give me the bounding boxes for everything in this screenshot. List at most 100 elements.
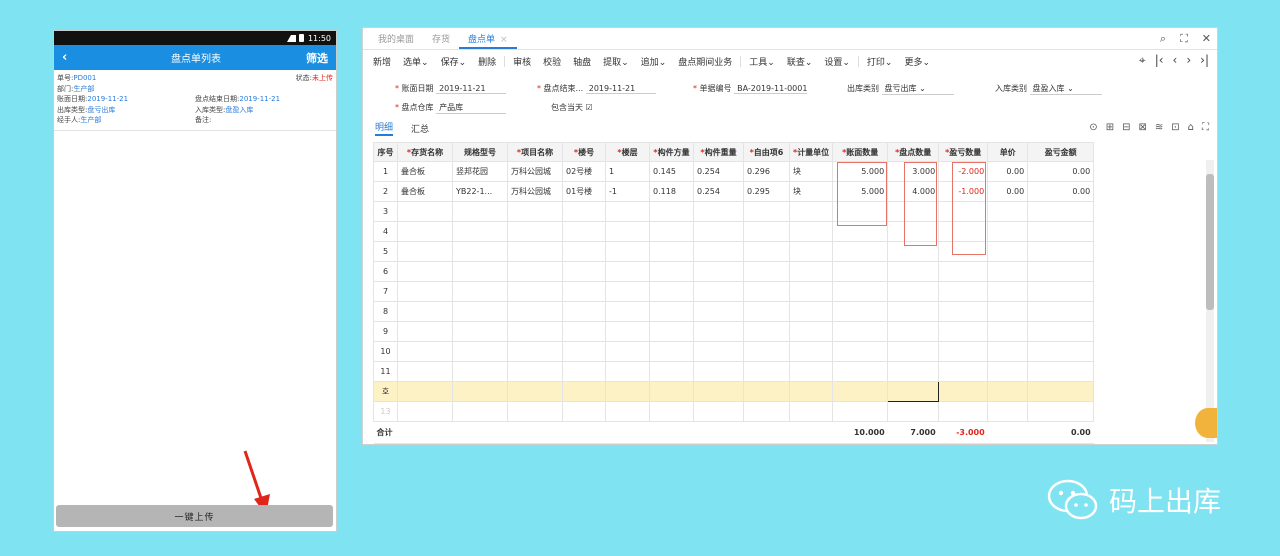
tab-detail[interactable]: 明细 <box>375 120 394 136</box>
table-cell[interactable] <box>693 201 744 222</box>
prev-record-icon[interactable]: ‹ <box>1173 53 1178 68</box>
scroll-thumb[interactable] <box>1206 174 1214 310</box>
first-record-icon[interactable]: |‹ <box>1155 53 1164 68</box>
column-header[interactable]: *构件方量 <box>649 142 694 162</box>
batch-edit-icon[interactable]: ≋ <box>1155 122 1163 133</box>
table-cell[interactable] <box>987 201 1029 222</box>
table-cell[interactable] <box>562 241 606 262</box>
table-cell[interactable] <box>1027 321 1095 342</box>
table-cell[interactable] <box>693 261 744 282</box>
table-cell[interactable] <box>507 321 563 342</box>
table-cell[interactable] <box>649 321 694 342</box>
table-cell[interactable]: 0.296 <box>743 161 790 182</box>
table-cell[interactable] <box>743 241 790 262</box>
table-cell[interactable] <box>452 261 508 282</box>
table-cell[interactable]: 0.00 <box>987 161 1029 182</box>
table-cell[interactable] <box>397 321 453 342</box>
table-cell[interactable] <box>1027 221 1095 242</box>
table-cell[interactable] <box>693 321 744 342</box>
table-cell[interactable] <box>832 281 889 302</box>
table-cell[interactable] <box>938 261 989 282</box>
table-cell[interactable] <box>507 241 563 262</box>
table-cell[interactable] <box>743 341 790 362</box>
table-cell[interactable] <box>743 261 790 282</box>
table-cell[interactable]: 0.254 <box>693 181 744 202</box>
locate-icon[interactable]: ⌖ <box>1139 53 1146 68</box>
table-cell[interactable] <box>452 301 508 322</box>
table-cell[interactable] <box>452 281 508 302</box>
table-cell[interactable] <box>887 301 940 322</box>
warehouse-input[interactable]: 产品库 <box>436 102 507 114</box>
table-cell[interactable] <box>938 361 989 382</box>
copy-row-icon[interactable]: ⊟ <box>1122 122 1130 133</box>
table-cell[interactable] <box>649 281 694 302</box>
table-cell[interactable] <box>605 221 650 242</box>
table-cell[interactable] <box>507 201 563 222</box>
table-cell[interactable]: 竖邦花园 <box>452 161 508 182</box>
tab-summary[interactable]: 汇总 <box>411 122 429 135</box>
table-cell[interactable] <box>832 321 889 342</box>
maximize-icon[interactable]: ⛶ <box>1180 32 1188 46</box>
table-cell[interactable] <box>397 281 453 302</box>
toolbar-print[interactable]: 打印⌄ <box>861 55 899 68</box>
table-cell[interactable] <box>887 361 940 382</box>
table-cell[interactable] <box>605 261 650 282</box>
table-cell[interactable]: 万科公园城 <box>507 181 563 202</box>
column-header[interactable]: *楼号 <box>562 142 606 162</box>
table-cell[interactable]: 叠合板 <box>397 181 453 202</box>
table-cell[interactable] <box>788 241 834 262</box>
table-row[interactable]: 9 <box>373 321 1095 342</box>
table-cell[interactable] <box>987 261 1029 282</box>
table-cell[interactable] <box>397 241 453 262</box>
table-cell[interactable]: 0.00 <box>987 181 1029 202</box>
table-cell[interactable]: 1 <box>605 161 650 182</box>
close-icon[interactable]: ✕ <box>1202 32 1211 46</box>
in-type-select[interactable]: 盘盈入库 <box>1029 83 1102 95</box>
table-cell[interactable] <box>743 301 790 322</box>
table-cell[interactable] <box>507 261 563 282</box>
table-cell[interactable] <box>788 321 834 342</box>
table-cell[interactable] <box>887 261 940 282</box>
table-cell[interactable] <box>562 361 606 382</box>
table-cell[interactable] <box>743 201 790 222</box>
table-row[interactable]: 7 <box>373 281 1095 302</box>
out-type-field[interactable]: 出库类别 盘亏出库 <box>847 83 954 95</box>
table-cell[interactable] <box>452 241 508 262</box>
table-cell[interactable] <box>507 221 563 242</box>
upload-all-button[interactable]: 一键上传 <box>56 505 333 527</box>
toolbar-append[interactable]: 追加⌄ <box>635 55 673 68</box>
close-icon[interactable]: × <box>500 35 508 45</box>
table-cell[interactable] <box>832 261 889 282</box>
table-cell[interactable]: 叠合板 <box>397 161 453 182</box>
table-cell[interactable] <box>987 341 1029 362</box>
table-cell[interactable] <box>788 361 834 382</box>
table-cell[interactable] <box>1027 281 1095 302</box>
table-cell[interactable] <box>605 321 650 342</box>
toolbar-axis[interactable]: 轴盘 <box>567 55 597 68</box>
table-cell[interactable] <box>788 201 834 222</box>
table-cell[interactable] <box>693 221 744 242</box>
toolbar-select[interactable]: 选单⌄ <box>397 55 435 68</box>
column-header[interactable]: *项目名称 <box>507 142 563 162</box>
table-cell[interactable] <box>693 341 744 362</box>
table-cell[interactable] <box>987 361 1029 382</box>
table-cell[interactable] <box>452 341 508 362</box>
active-cell[interactable] <box>887 381 940 402</box>
column-header[interactable]: *计量单位 <box>788 142 834 162</box>
table-cell[interactable] <box>788 301 834 322</box>
table-cell[interactable]: YB22-1... <box>452 181 508 202</box>
table-cell[interactable]: 0.254 <box>693 161 744 182</box>
table-cell[interactable] <box>397 361 453 382</box>
column-header[interactable]: *盘点数量 <box>887 142 940 162</box>
table-cell[interactable] <box>605 201 650 222</box>
table-cell[interactable] <box>507 341 563 362</box>
column-header[interactable]: *楼层 <box>605 142 650 162</box>
table-cell[interactable] <box>397 301 453 322</box>
column-header[interactable]: *盈亏数量 <box>938 142 989 162</box>
table-cell[interactable] <box>743 321 790 342</box>
toolbar-extract[interactable]: 提取⌄ <box>597 55 635 68</box>
back-icon[interactable]: ‹ <box>62 50 86 65</box>
table-cell[interactable] <box>987 301 1029 322</box>
table-cell[interactable] <box>788 261 834 282</box>
table-cell[interactable] <box>1027 341 1095 362</box>
